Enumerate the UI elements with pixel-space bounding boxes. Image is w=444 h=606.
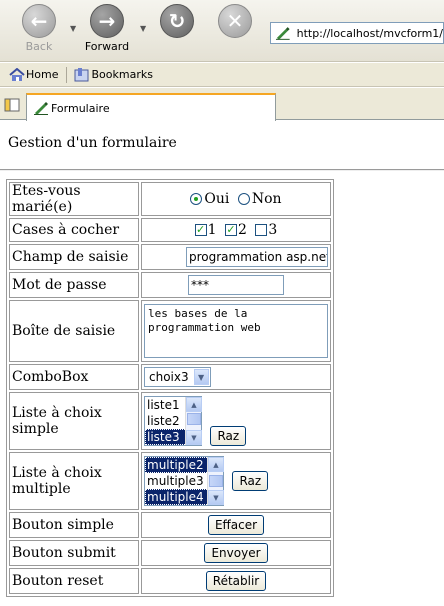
multi-list-label: Liste à choix multiple [9,452,139,510]
row-submit-button: Bouton submit Envoyer [9,540,331,566]
multi-list-control: multiple2 multiple3 multiple4 ▲ ▼ Raz [141,452,331,510]
married-label: Etes-vous marié(e) [9,182,139,216]
address-url: http://localhost/mvcform1/ [296,26,443,40]
textarea-line: programmation web [148,321,261,334]
horizontal-rule [0,169,444,171]
reload-icon: ↻ [160,4,194,38]
combobox-select[interactable]: choix3 ▼ [144,367,211,387]
sidebar-toggle-icon[interactable] [4,98,20,112]
listbox-scrollbar[interactable]: ▲ ▼ [207,457,224,505]
combobox-label: ComboBox [9,364,139,390]
textarea-line: les bases de la [148,307,248,320]
text-field-control: programmation asp.net [141,244,331,270]
row-reset-button: Bouton reset Rétablir [9,568,331,594]
checkbox-3[interactable] [255,224,268,236]
effacer-button[interactable]: Effacer [207,515,265,535]
checkbox-2[interactable]: ✓ [225,224,238,236]
tab-title: Formulaire [51,101,110,115]
bookmark-bookmarks[interactable]: Bookmarks [73,67,153,82]
single-list-control: liste1 liste2 liste3 ▲ ▼ Raz [141,392,331,450]
checkbox-3-label: 3 [268,222,278,238]
scroll-thumb[interactable] [209,475,223,487]
stop-icon: ✕ [218,4,252,38]
page-title: Gestion d'un formulaire [8,135,177,151]
textarea-control: les bases de la programmation web [141,300,331,362]
checkbox-2-label: 2 [238,222,247,238]
radio-oui[interactable] [190,193,203,205]
simple-button-control: Effacer [141,512,331,538]
password-input[interactable]: *** [188,275,284,295]
home-icon [9,67,25,81]
bookmark-home[interactable]: Home [8,67,59,82]
bookmark-divider [66,66,68,83]
tab-pen-icon [34,102,48,115]
single-listbox[interactable]: liste1 liste2 liste3 ▲ ▼ [144,396,202,446]
submit-button-label: Bouton submit [9,540,139,566]
forward-dropdown-icon[interactable]: ▼ [140,24,146,33]
submit-button-control: Envoyer [141,540,331,566]
back-dropdown-icon[interactable]: ▼ [70,24,76,33]
raz-button-multiple[interactable]: Raz [232,471,269,491]
back-button[interactable]: ← Back [14,4,64,53]
scroll-up-icon[interactable]: ▲ [208,457,224,472]
radio-non[interactable] [237,193,250,205]
row-text-field: Champ de saisie programmation asp.net [9,244,331,270]
radio-oui-label: Oui [204,191,230,207]
row-multi-list: Liste à choix multiple multiple2 multipl… [9,452,331,510]
forward-arrow-icon: → [90,4,124,38]
reload-button[interactable]: ↻ [152,4,202,38]
forward-label: Forward [84,40,130,53]
address-bar[interactable]: http://localhost/mvcform1/ [270,22,444,44]
reset-button-control: Rétablir [141,568,331,594]
married-control: Oui Non [141,182,331,216]
row-checkboxes: Cases à cocher ✓ 1 ✓ 2 3 [9,218,331,242]
scroll-down-icon[interactable]: ▼ [208,490,224,505]
single-list-label: Liste à choix simple [9,392,139,450]
back-arrow-icon: ← [22,4,56,38]
text-input[interactable]: programmation asp.net [186,247,328,267]
reset-button-label: Bouton reset [9,568,139,594]
multi-listbox[interactable]: multiple2 multiple3 multiple4 ▲ ▼ [144,456,224,506]
browser-toolbar: ← Back ▼ → Forward ▼ ↻ ✕ http://localhos… [0,0,444,62]
radio-non-label: Non [251,191,282,207]
envoyer-button[interactable]: Envoyer [204,543,268,563]
tab-strip: Formulaire [0,88,444,121]
scroll-thumb[interactable] [187,413,201,425]
row-simple-button: Bouton simple Effacer [9,512,331,538]
retablir-button[interactable]: Rétablir [205,571,267,591]
raz-button-single[interactable]: Raz [210,426,247,446]
forward-button[interactable]: → Forward [82,4,132,53]
listbox-scrollbar[interactable]: ▲ ▼ [185,397,202,445]
tab-formulaire[interactable]: Formulaire [26,93,276,121]
form-table: Etes-vous marié(e) Oui Non Cases à coche… [6,179,334,597]
text-field-label: Champ de saisie [9,244,139,270]
checkbox-1[interactable]: ✓ [194,224,207,236]
textarea-input[interactable]: les bases de la programmation web [144,304,328,358]
scroll-down-icon[interactable]: ▼ [186,430,202,445]
page-pen-icon [275,27,290,40]
checkboxes-label: Cases à cocher [9,218,139,242]
stop-button[interactable]: ✕ [210,4,260,38]
scroll-up-icon[interactable]: ▲ [186,397,202,412]
combobox-value: choix3 [149,370,189,384]
password-label: Mot de passe [9,272,139,298]
back-label: Back [25,40,53,53]
chevron-down-icon[interactable]: ▼ [193,369,209,385]
bookmark-home-label: Home [26,68,59,81]
row-textarea: Boîte de saisie les bases de la programma… [9,300,331,362]
bookmarks-icon [74,67,89,81]
bookmark-bookmarks-label: Bookmarks [91,68,153,81]
checkboxes-control: ✓ 1 ✓ 2 3 [141,218,331,242]
bookmarks-bar: Home Bookmarks [0,63,444,87]
textarea-label: Boîte de saisie [9,300,139,362]
password-control: *** [141,272,331,298]
checkbox-1-label: 1 [207,222,217,238]
row-combobox: ComboBox choix3 ▼ [9,364,331,390]
combobox-control: choix3 ▼ [141,364,331,390]
row-password: Mot de passe *** [9,272,331,298]
row-single-list: Liste à choix simple liste1 liste2 liste… [9,392,331,450]
row-married: Etes-vous marié(e) Oui Non [9,182,331,216]
simple-button-label: Bouton simple [9,512,139,538]
